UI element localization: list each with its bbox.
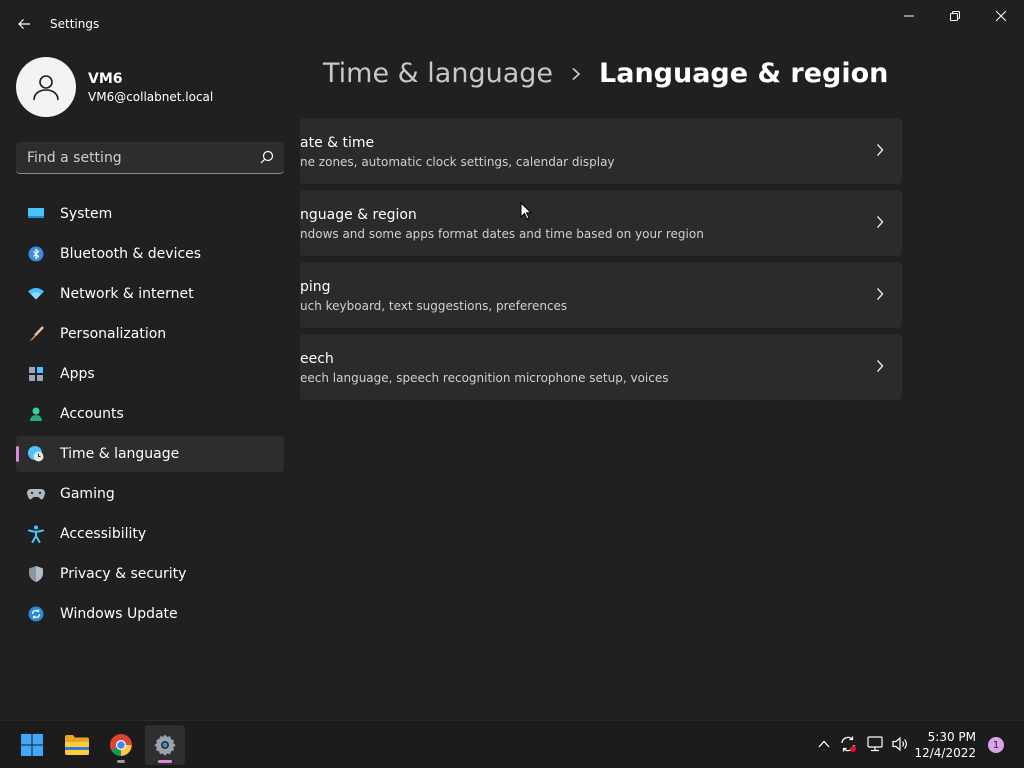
sidebar-item-windows-update[interactable]: Windows Update — [16, 596, 284, 632]
start-button[interactable] — [12, 725, 52, 765]
clock-date: 12/4/2022 — [914, 746, 976, 760]
sidebar-item-label: Network & internet — [60, 286, 194, 302]
card-speech[interactable]: eech eech language, speech recognition m… — [300, 334, 902, 400]
sidebar-item-system[interactable]: System — [16, 196, 284, 232]
profile-email: VM6@collabnet.local — [88, 89, 214, 104]
taskbar: 5:30 PM 12/4/2022 1 — [0, 720, 1024, 768]
notification-badge[interactable]: 1 — [988, 737, 1004, 753]
search-icon[interactable] — [260, 150, 274, 164]
sidebar-item-label: Privacy & security — [60, 566, 187, 582]
sidebar-item-personalization[interactable]: Personalization — [16, 316, 284, 352]
sidebar-nav: System Bluetooth & devices Network & int… — [16, 196, 284, 636]
card-description: eech language, speech recognition microp… — [300, 371, 669, 385]
shield-icon — [27, 565, 45, 583]
volume-button[interactable] — [889, 733, 911, 755]
running-indicator — [117, 760, 125, 763]
chevron-right-icon — [877, 288, 884, 300]
brush-icon — [27, 325, 45, 343]
volume-icon — [892, 736, 907, 752]
search-input[interactable] — [16, 142, 256, 173]
sidebar-item-label: Apps — [60, 366, 95, 382]
sidebar-item-apps[interactable]: Apps — [16, 356, 284, 392]
monitor-icon — [27, 205, 45, 223]
back-button[interactable] — [10, 10, 38, 38]
sidebar-item-label: Accounts — [60, 406, 124, 422]
wifi-icon — [27, 285, 45, 303]
sync-icon — [841, 736, 856, 752]
card-date-time[interactable]: ate & time ne zones, automatic clock set… — [300, 118, 902, 184]
avatar — [16, 57, 76, 117]
card-title: nguage & region — [300, 207, 417, 223]
app-title: Settings — [50, 17, 100, 31]
chevron-right-icon — [877, 360, 884, 372]
bluetooth-icon — [27, 245, 45, 263]
user-profile[interactable]: VM6 VM6@collabnet.local — [16, 57, 213, 117]
card-typing[interactable]: ping uch keyboard, text suggestions, pre… — [300, 262, 902, 328]
profile-name: VM6 — [88, 70, 123, 87]
card-description: ne zones, automatic clock settings, cale… — [300, 155, 615, 169]
card-description: uch keyboard, text suggestions, preferen… — [300, 299, 568, 313]
taskbar-clock[interactable]: 5:30 PM 12/4/2022 — [914, 729, 976, 761]
network-icon — [867, 736, 883, 752]
person-icon — [27, 405, 45, 423]
chevron-right-icon — [571, 67, 581, 81]
chevron-right-icon — [877, 144, 884, 156]
gear-icon — [154, 734, 176, 756]
taskbar-chrome[interactable] — [101, 725, 141, 765]
breadcrumb-parent-link[interactable]: Time & language — [323, 58, 553, 89]
update-icon — [27, 605, 45, 623]
sidebar-item-label: Gaming — [60, 486, 115, 502]
chrome-icon — [110, 734, 132, 756]
chevron-up-icon — [818, 740, 830, 748]
close-button[interactable] — [978, 0, 1024, 32]
card-title: ate & time — [300, 135, 375, 151]
card-language-region[interactable]: nguage & region ndows and some apps form… — [300, 190, 902, 256]
page-title: Language & region — [599, 58, 889, 89]
card-title: ping — [300, 279, 331, 295]
close-icon — [996, 11, 1006, 21]
sidebar-item-accessibility[interactable]: Accessibility — [16, 516, 284, 552]
accessibility-icon — [27, 525, 45, 543]
search-box[interactable] — [16, 142, 284, 174]
sidebar-item-label: Accessibility — [60, 526, 147, 542]
sidebar-item-network-internet[interactable]: Network & internet — [16, 276, 284, 312]
sidebar-item-label: Bluetooth & devices — [60, 246, 202, 262]
taskbar-settings[interactable] — [145, 725, 185, 765]
sidebar-item-label: Personalization — [60, 326, 167, 342]
sync-status-button[interactable] — [837, 733, 859, 755]
network-status-button[interactable] — [864, 733, 886, 755]
chevron-right-icon — [877, 216, 884, 228]
title-bar: Settings — [0, 0, 1024, 48]
gamepad-icon — [27, 485, 45, 503]
restore-icon — [950, 11, 960, 21]
sidebar-item-bluetooth-devices[interactable]: Bluetooth & devices — [16, 236, 284, 272]
mouse-cursor-icon — [520, 202, 532, 220]
folder-icon — [65, 735, 89, 755]
settings-list: ate & time ne zones, automatic clock set… — [300, 118, 902, 408]
sidebar-item-gaming[interactable]: Gaming — [16, 476, 284, 512]
minimize-button[interactable] — [886, 0, 932, 32]
sidebar-item-label: Windows Update — [60, 606, 178, 622]
clock-time: 5:30 PM — [927, 730, 976, 744]
card-title: eech — [300, 351, 334, 367]
person-avatar-icon — [33, 75, 59, 101]
sidebar-item-time-language[interactable]: Time & language — [16, 436, 284, 472]
minimize-icon — [904, 15, 914, 17]
active-indicator — [158, 760, 172, 763]
globe-clock-icon — [27, 445, 45, 463]
sidebar-item-label: System — [60, 206, 113, 222]
card-description: ndows and some apps format dates and tim… — [300, 227, 704, 241]
sidebar-item-label: Time & language — [60, 446, 180, 462]
breadcrumb: Time & language Language & region — [323, 58, 888, 89]
show-hidden-icons-button[interactable] — [813, 733, 835, 755]
taskbar-file-explorer[interactable] — [57, 725, 97, 765]
apps-icon — [27, 365, 45, 383]
back-arrow-icon — [18, 19, 30, 29]
sidebar-item-privacy-security[interactable]: Privacy & security — [16, 556, 284, 592]
restore-button[interactable] — [932, 0, 978, 32]
windows-logo-icon — [21, 734, 43, 756]
sidebar-item-accounts[interactable]: Accounts — [16, 396, 284, 432]
